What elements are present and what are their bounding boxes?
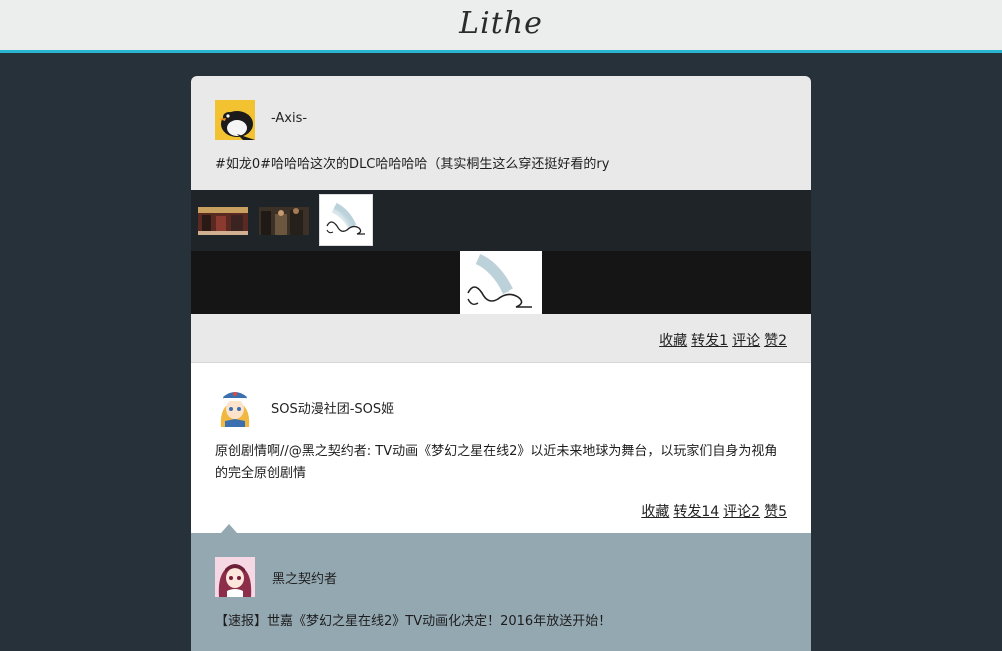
image-thumbnail[interactable] — [259, 207, 309, 235]
post-actions: 收藏 转发14 评论2 赞5 — [637, 501, 787, 521]
image-thumbnail-strip — [191, 190, 811, 251]
post-text: 原创剧情啊//@黑之契约者: TV动画《梦幻之星在线2》以近未来地球为舞台，以玩… — [215, 444, 778, 481]
repost-link[interactable]: 转发14 — [673, 504, 719, 520]
post-text: #如龙0#哈哈哈这次的DLC哈哈哈哈（其实桐生这么穿还挺好看的ry — [215, 157, 610, 172]
penguin-avatar-icon — [215, 100, 255, 140]
quoted-post: 黑之契约者 【速报】世嘉《梦幻之星在线2》TV动画化决定！2016年放送开始！ — [191, 524, 811, 651]
avatar[interactable] — [215, 100, 255, 140]
avatar[interactable] — [215, 387, 255, 427]
comment-link[interactable]: 评论 — [732, 333, 760, 349]
comment-link[interactable]: 评论2 — [723, 504, 760, 520]
like-link[interactable]: 赞2 — [764, 333, 787, 349]
like-link[interactable]: 赞5 — [764, 504, 787, 520]
post-actions: 收藏 转发1 评论 赞2 — [655, 330, 787, 350]
anime-girl-avatar-icon — [215, 387, 255, 427]
favorite-link[interactable]: 收藏 — [641, 504, 669, 520]
image-thumbnail[interactable] — [198, 207, 248, 235]
post-card: SOS动漫社团-SOS姬 原创剧情啊//@黑之契约者: TV动画《梦幻之星在线2… — [191, 362, 811, 534]
anime-girl-avatar-icon — [215, 557, 255, 597]
timeline-feed: -Axis- #如龙0#哈哈哈这次的DLC哈哈哈哈（其实桐生这么穿还挺好看的ry — [191, 76, 811, 651]
quote-pointer-icon — [221, 524, 237, 533]
repost-link[interactable]: 转发1 — [691, 333, 728, 349]
post-username[interactable]: -Axis- — [271, 111, 307, 126]
quoted-username[interactable]: 黑之契约者 — [272, 568, 337, 587]
avatar[interactable] — [215, 557, 255, 597]
post-card: -Axis- #如龙0#哈哈哈这次的DLC哈哈哈哈（其实桐生这么穿还挺好看的ry — [191, 76, 811, 362]
quoted-text: 【速报】世嘉《梦幻之星在线2》TV动画化决定！2016年放送开始！ — [215, 614, 612, 629]
image-viewer — [191, 251, 811, 314]
brand-logo[interactable]: Lithe — [0, 6, 1002, 41]
expanded-image[interactable] — [460, 251, 542, 314]
post-username[interactable]: SOS动漫社团-SOS姬 — [271, 398, 394, 417]
image-thumbnail-selected[interactable] — [319, 194, 373, 246]
favorite-link[interactable]: 收藏 — [659, 333, 687, 349]
top-bar: Lithe — [0, 0, 1002, 53]
